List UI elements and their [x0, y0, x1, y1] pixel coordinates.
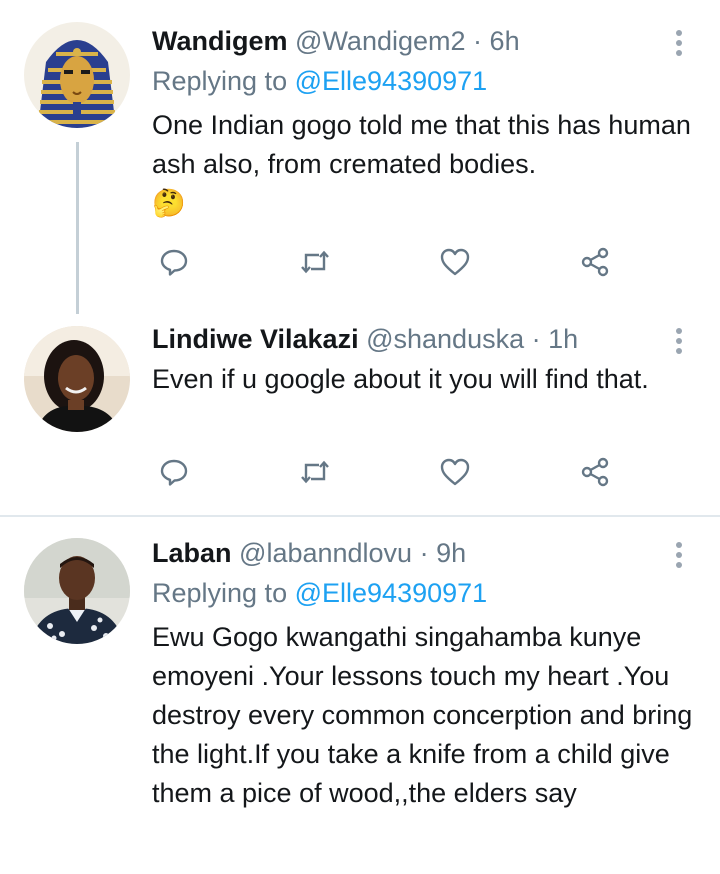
tweet-laban[interactable]: Laban @labanndlovu · 9h Replying to @Ell…	[0, 534, 720, 864]
tweet-header: Lindiwe Vilakazi @shanduska · 1h	[152, 320, 578, 358]
more-options-button[interactable]	[671, 28, 687, 58]
like-button[interactable]	[435, 242, 475, 282]
reply-icon	[160, 249, 188, 276]
tweet-actions	[150, 242, 630, 282]
tweet-text: Even if u google about it you will find …	[152, 364, 649, 394]
tweet-actions	[150, 452, 630, 492]
reply-button[interactable]	[154, 242, 194, 282]
more-vertical-icon	[676, 30, 682, 36]
user-handle[interactable]: @labanndlovu	[239, 538, 412, 568]
reply-icon	[160, 459, 188, 486]
tweet-header: Wandigem @Wandigem2 · 6h	[152, 22, 520, 60]
replying-prefix: Replying to	[152, 66, 288, 96]
more-vertical-icon	[676, 542, 682, 548]
timestamp[interactable]: 9h	[436, 538, 466, 568]
separator-dot: ·	[531, 324, 541, 354]
more-vertical-icon	[676, 328, 682, 334]
timestamp[interactable]: 6h	[490, 26, 520, 56]
replying-prefix: Replying to	[152, 578, 288, 608]
tweet-divider	[0, 515, 720, 517]
display-name[interactable]: Wandigem	[152, 26, 288, 56]
replying-to: Replying to @Elle94390971	[152, 574, 487, 612]
replying-to-link[interactable]: @Elle94390971	[295, 66, 488, 96]
tweet-lindiwe[interactable]: Lindiwe Vilakazi @shanduska · 1h Even if…	[0, 320, 720, 500]
share-button[interactable]	[575, 242, 615, 282]
retweet-button[interactable]	[295, 452, 335, 492]
replying-to-link[interactable]: @Elle94390971	[295, 578, 488, 608]
share-button[interactable]	[575, 452, 615, 492]
display-name[interactable]: Lindiwe Vilakazi	[152, 324, 359, 354]
avatar[interactable]	[24, 22, 130, 128]
reply-button[interactable]	[154, 452, 194, 492]
tweet-header: Laban @labanndlovu · 9h	[152, 534, 466, 572]
tweet-wandigem[interactable]: Wandigem @Wandigem2 · 6h Replying to @El…	[0, 22, 720, 302]
share-icon	[581, 247, 609, 277]
retweet-icon	[301, 250, 329, 274]
separator-dot: ·	[473, 26, 483, 56]
heart-icon	[440, 248, 470, 276]
timestamp[interactable]: 1h	[548, 324, 578, 354]
tweet-body: One Indian gogo told me that this has hu…	[152, 110, 691, 179]
heart-icon	[440, 458, 470, 486]
thinking-face-emoji: 🤔	[152, 188, 186, 218]
user-handle[interactable]: @Wandigem2	[295, 26, 465, 56]
display-name[interactable]: Laban	[152, 538, 232, 568]
like-button[interactable]	[435, 452, 475, 492]
replying-to: Replying to @Elle94390971	[152, 62, 487, 100]
retweet-icon	[301, 460, 329, 484]
avatar[interactable]	[24, 326, 130, 432]
avatar[interactable]	[24, 538, 130, 644]
tweet-text: One Indian gogo told me that this has hu…	[152, 106, 702, 223]
more-options-button[interactable]	[671, 326, 687, 356]
share-icon	[581, 457, 609, 487]
tweet-text: Ewu Gogo kwangathi singahamba kunye emoy…	[152, 622, 693, 808]
more-options-button[interactable]	[671, 540, 687, 570]
separator-dot: ·	[419, 538, 429, 568]
retweet-button[interactable]	[295, 242, 335, 282]
user-handle[interactable]: @shanduska	[366, 324, 524, 354]
